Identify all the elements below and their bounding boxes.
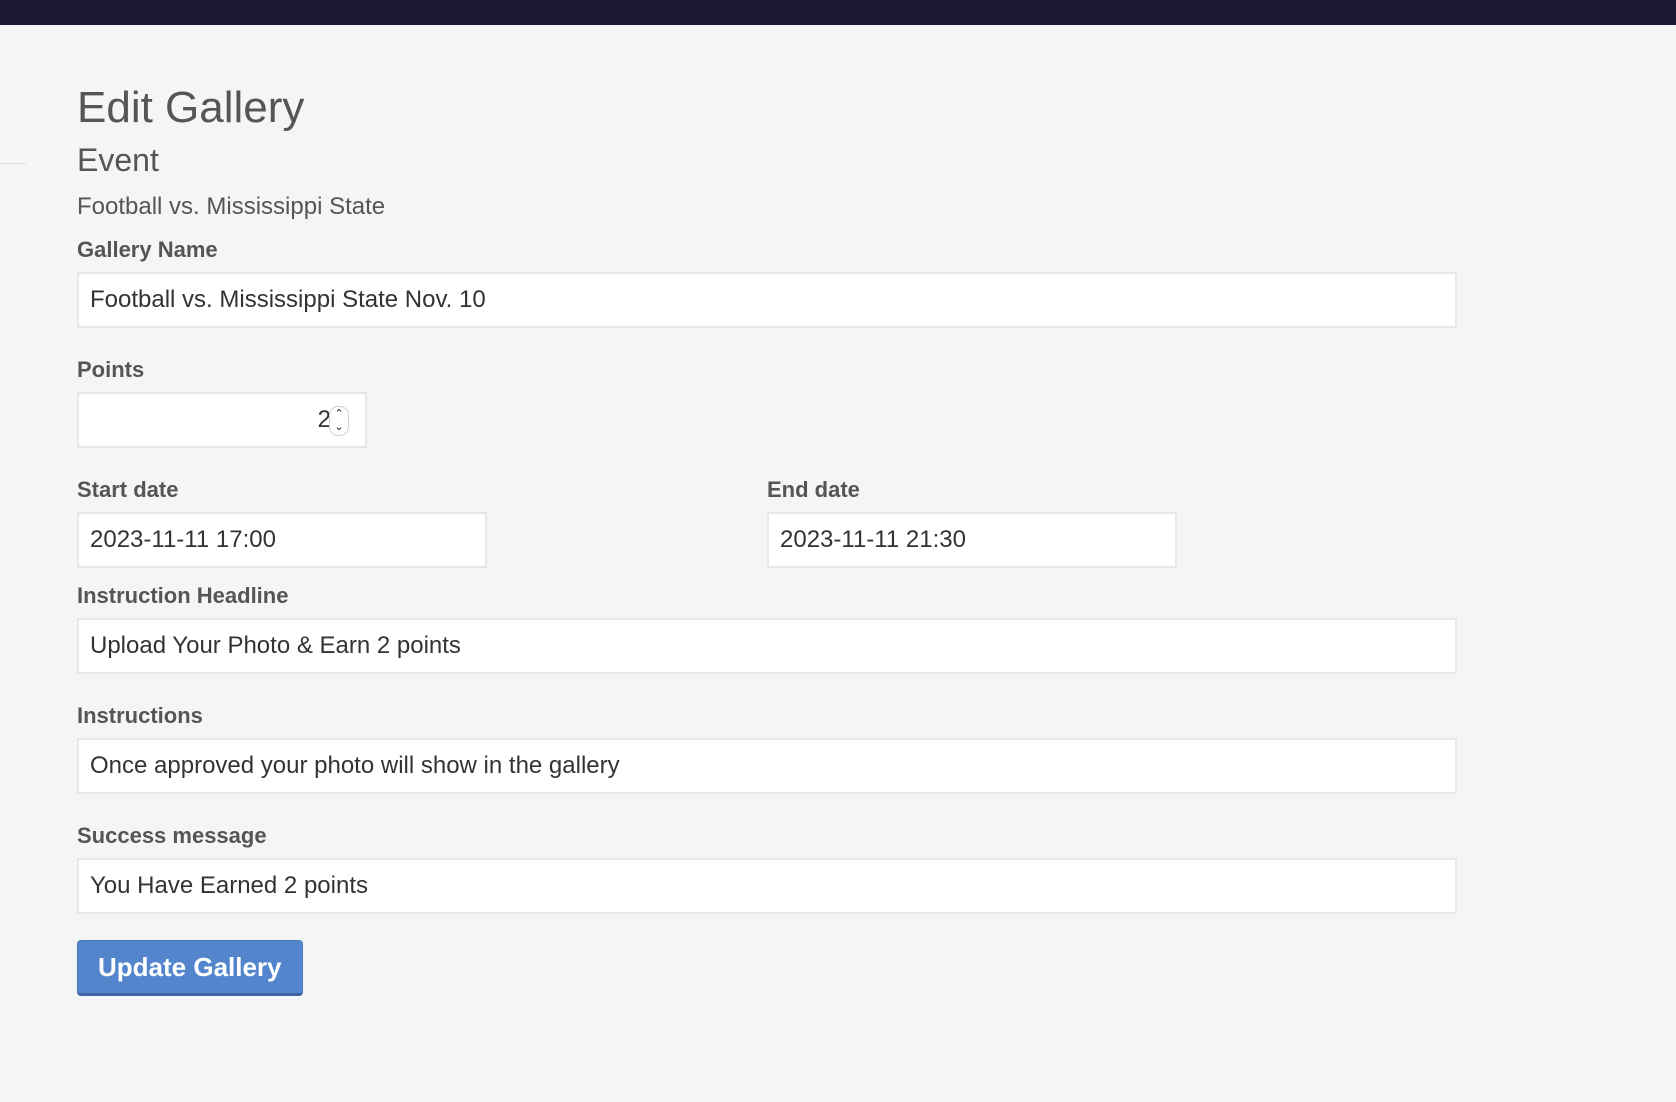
- update-gallery-button[interactable]: Update Gallery: [77, 940, 303, 996]
- points-label: Points: [77, 357, 145, 382]
- date-row: Start date 2023-11-11 17:00 End date 202…: [77, 476, 1457, 568]
- event-name: Football vs. Mississippi State: [77, 193, 386, 220]
- instruction-headline-label: Instruction Headline: [77, 583, 289, 608]
- top-navbar: [0, 0, 1676, 25]
- chevron-up-icon[interactable]: ⌃: [330, 407, 348, 420]
- points-field: Points 2 ⌃ ⌄: [77, 356, 1457, 448]
- end-date-label: End date: [767, 477, 860, 502]
- instructions-field: Instructions Once approved your photo wi…: [77, 702, 1457, 794]
- start-date-label: Start date: [77, 477, 179, 502]
- instructions-label: Instructions: [77, 703, 203, 728]
- instruction-headline-input[interactable]: Upload Your Photo & Earn 2 points: [77, 618, 1457, 674]
- event-section-title: Event: [77, 142, 159, 178]
- end-date-field: End date 2023-11-11 21:30: [767, 476, 1457, 568]
- page-title: Edit Gallery: [77, 83, 305, 132]
- instructions-input[interactable]: Once approved your photo will show in th…: [77, 738, 1457, 794]
- success-message-input[interactable]: You Have Earned 2 points: [77, 858, 1457, 914]
- gallery-name-input[interactable]: Football vs. Mississippi State Nov. 10: [77, 272, 1457, 328]
- gallery-name-field: Gallery Name Football vs. Mississippi St…: [77, 236, 1457, 328]
- success-message-field: Success message You Have Earned 2 points: [77, 822, 1457, 914]
- points-input[interactable]: 2 ⌃ ⌄: [77, 392, 367, 448]
- gallery-name-label: Gallery Name: [77, 237, 218, 262]
- chevron-down-icon[interactable]: ⌄: [330, 420, 348, 433]
- instruction-headline-field: Instruction Headline Upload Your Photo &…: [77, 582, 1457, 674]
- sidebar-divider: [0, 163, 26, 164]
- end-date-input[interactable]: 2023-11-11 21:30: [767, 512, 1177, 568]
- edit-gallery-form: Edit Gallery Event Football vs. Mississi…: [77, 80, 1457, 996]
- start-date-input[interactable]: 2023-11-11 17:00: [77, 512, 487, 568]
- success-message-label: Success message: [77, 823, 267, 848]
- start-date-field: Start date 2023-11-11 17:00: [77, 476, 767, 568]
- points-stepper[interactable]: ⌃ ⌄: [329, 406, 349, 436]
